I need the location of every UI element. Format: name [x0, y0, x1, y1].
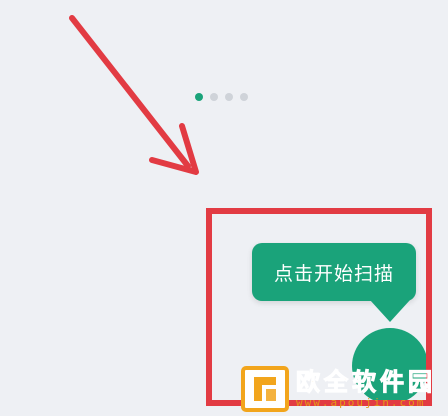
pager-dot-2[interactable]	[210, 93, 218, 101]
apoujin-logo-icon	[241, 366, 289, 412]
pager-dot-4[interactable]	[240, 93, 248, 101]
pager-dot-1[interactable]	[195, 93, 203, 101]
watermark-title: 欧全软件园	[296, 368, 436, 396]
site-watermark: 欧全软件园 www.apoujin.com	[240, 362, 448, 416]
onboarding-pager	[195, 93, 248, 101]
app-screen: 点击开始扫描 欧全软件园 www.apoujin.com	[0, 0, 448, 416]
watermark-url: www.apoujin.com	[296, 396, 426, 409]
pager-dot-3[interactable]	[225, 93, 233, 101]
